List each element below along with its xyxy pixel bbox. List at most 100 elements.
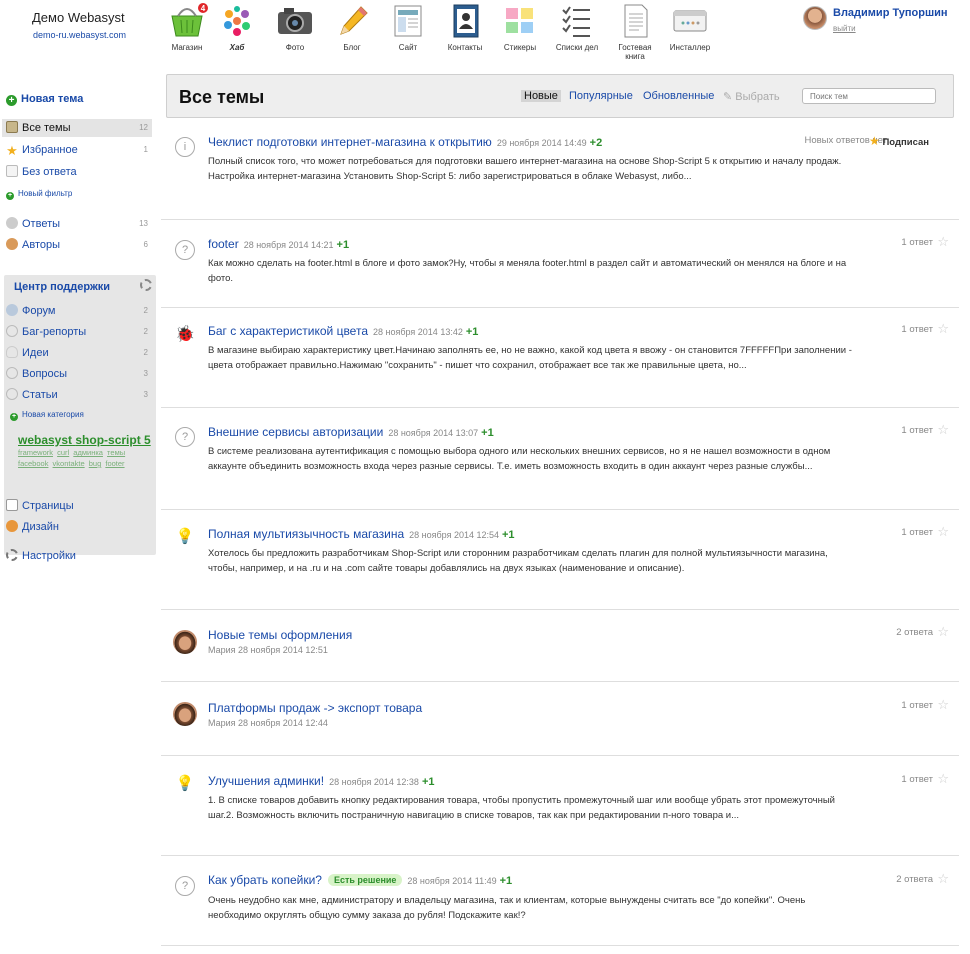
tag-link[interactable]: webasyst xyxy=(18,433,72,447)
topic-row[interactable]: ? Внешние сервисы авторизации 28 ноября 2… xyxy=(161,408,959,510)
gear-icon[interactable] xyxy=(140,279,152,291)
sidebar-item-all-topics[interactable]: Все темы 12 xyxy=(2,119,152,137)
topic-row[interactable]: i Чеклист подготовки интернет-магазина к… xyxy=(161,120,959,220)
topic-votes[interactable]: +1 xyxy=(337,239,350,251)
new-topic-button[interactable]: + Новая тема xyxy=(6,90,152,108)
filter-new[interactable]: Новые xyxy=(521,90,561,102)
topic-title-line: Платформы продаж -> экспорт товара xyxy=(208,701,422,715)
app-guestbook[interactable]: Гостевая книга xyxy=(610,2,660,61)
app-site[interactable]: Сайт xyxy=(383,2,433,52)
sidebar-item-authors[interactable]: Авторы 6 xyxy=(6,236,152,254)
topic-votes[interactable]: +2 xyxy=(590,137,603,149)
app-shop[interactable]: 4 Магазин xyxy=(162,2,212,52)
sidebar-item-questions[interactable]: Вопросы 3 xyxy=(6,365,152,383)
user-avatar[interactable] xyxy=(803,6,827,30)
topic-votes[interactable]: +1 xyxy=(502,529,515,541)
tag-link[interactable]: shop-script 5 xyxy=(75,433,150,447)
star-icon[interactable]: ☆ xyxy=(937,624,949,640)
tag-link[interactable]: framework xyxy=(18,448,53,457)
sidebar-item-favorites[interactable]: ★ Избранное 1 xyxy=(6,141,152,159)
topic-row[interactable]: 💡 Улучшения админки! 28 ноября 2014 12:38… xyxy=(161,756,959,856)
sidebar-item-label: Вопросы xyxy=(22,368,68,380)
tag-link[interactable]: vkontakte xyxy=(53,459,85,468)
sidebar-item-unanswered[interactable]: Без ответа xyxy=(6,163,152,181)
topic-row[interactable]: Платформы продаж -> экспорт товара Мария… xyxy=(161,682,959,756)
app-hub[interactable]: Хаб xyxy=(212,2,262,52)
sidebar-item-pages[interactable]: Страницы xyxy=(6,497,152,515)
app-todo[interactable]: Списки дел xyxy=(552,2,602,52)
brand-url[interactable]: demo-ru.webasyst.com xyxy=(33,30,126,40)
tag-link[interactable]: footer xyxy=(105,459,124,468)
subscribe-toggle[interactable]: ★ Подписан xyxy=(869,134,929,148)
user-name[interactable]: Владимир Тупоршин xyxy=(833,7,948,19)
topic-votes[interactable]: +1 xyxy=(466,326,479,338)
star-icon[interactable]: ☆ xyxy=(937,524,949,540)
page-icon xyxy=(6,499,18,511)
tag-link[interactable]: админка xyxy=(73,448,103,457)
topic-votes[interactable]: +1 xyxy=(500,875,513,887)
question-icon xyxy=(6,367,18,379)
logout-link[interactable]: выйти xyxy=(833,24,856,33)
topic-title[interactable]: Новые темы оформления xyxy=(208,628,352,642)
search-input[interactable] xyxy=(802,88,936,104)
tag-link[interactable]: темы xyxy=(107,448,125,457)
topic-row[interactable]: 🐞 Баг с характеристикой цвета 28 ноября 2… xyxy=(161,308,959,408)
app-installer[interactable]: Инсталлер xyxy=(665,2,715,52)
app-stickers[interactable]: Стикеры xyxy=(495,2,545,52)
sidebar-item-count: 3 xyxy=(143,369,148,378)
topic-title[interactable]: Улучшения админки! xyxy=(208,774,324,788)
authors-icon xyxy=(6,238,18,250)
filter-updated[interactable]: Обновленные xyxy=(643,90,714,102)
topic-title[interactable]: Внешние сервисы авторизации xyxy=(208,425,383,439)
topic-row[interactable]: 💡 Полная мультиязычность магазина 28 нояб… xyxy=(161,510,959,610)
solution-badge: Есть решение xyxy=(327,874,403,886)
topic-title[interactable]: Платформы продаж -> экспорт товара xyxy=(208,701,422,715)
star-icon[interactable]: ☆ xyxy=(937,422,949,438)
sidebar-item-ideas[interactable]: Идеи 2 xyxy=(6,344,152,362)
topic-row[interactable]: ? Как убрать копейки? Есть решение 28 нояб… xyxy=(161,856,959,946)
filter-popular[interactable]: Популярные xyxy=(569,90,633,102)
tag-link[interactable]: facebook xyxy=(18,459,48,468)
reply-count: 1 ответ xyxy=(901,324,933,335)
select-button[interactable]: ✎ Выбрать xyxy=(723,90,780,103)
sidebar-item-articles[interactable]: Статьи 3 xyxy=(6,386,152,404)
support-center-title[interactable]: Центр поддержки xyxy=(14,281,110,293)
topic-row[interactable]: ? footer 28 ноября 2014 14:21 +1 Как можно… xyxy=(161,220,959,308)
question-icon: ? xyxy=(175,427,195,447)
topic-row[interactable]: Новые темы оформления Мария 28 ноября 20… xyxy=(161,610,959,682)
topic-title[interactable]: Чеклист подготовки интернет-магазина к о… xyxy=(208,135,492,149)
topic-title[interactable]: Как убрать копейки? xyxy=(208,873,322,887)
tag-link[interactable]: bug xyxy=(89,459,102,468)
topic-votes[interactable]: +1 xyxy=(422,776,435,788)
sidebar-item-design[interactable]: Дизайн xyxy=(6,518,152,536)
topic-date: 29 ноября 2014 14:49 xyxy=(496,138,587,148)
new-category-button[interactable]: + Новая категория xyxy=(10,406,156,424)
sidebar-item-forum[interactable]: Форум 2 xyxy=(6,302,152,320)
star-icon[interactable]: ☆ xyxy=(937,771,949,787)
app-contacts[interactable]: Контакты xyxy=(440,2,490,52)
star-icon[interactable]: ☆ xyxy=(937,234,949,250)
brand-title[interactable]: Демо Webasyst xyxy=(32,10,126,25)
sidebar-item-answers[interactable]: Ответы 13 xyxy=(6,215,152,233)
star-icon[interactable]: ☆ xyxy=(937,697,949,713)
app-photos[interactable]: Фото xyxy=(270,2,320,52)
app-blog[interactable]: Блог xyxy=(327,2,377,52)
topic-title[interactable]: footer xyxy=(208,237,239,251)
sidebar-item-settings[interactable]: Настройки xyxy=(6,547,152,565)
topic-votes[interactable]: +1 xyxy=(481,427,494,439)
sidebar-item-count: 2 xyxy=(143,327,148,336)
star-icon[interactable]: ☆ xyxy=(937,871,949,887)
star-icon[interactable]: ☆ xyxy=(937,321,949,337)
tag-link[interactable]: curl xyxy=(57,448,69,457)
edit-icon: ✎ xyxy=(723,91,736,103)
pencil-icon xyxy=(333,2,371,40)
topic-title[interactable]: Баг с характеристикой цвета xyxy=(208,324,368,338)
topic-excerpt: 1. В списке товаров добавить кнопку реда… xyxy=(208,795,835,821)
topic-excerpt: В магазине выбираю характеристику цвет.Н… xyxy=(208,345,852,371)
topic-title[interactable]: Полная мультиязычность магазина xyxy=(208,527,404,541)
topic-title-line: footer 28 ноября 2014 14:21 +1 xyxy=(208,237,349,251)
new-filter-button[interactable]: + Новый фильтр xyxy=(6,185,152,203)
sidebar-item-label: Дизайн xyxy=(22,521,59,533)
sidebar-item-bug-reports[interactable]: Баг-репорты 2 xyxy=(6,323,152,341)
app-label: Хаб xyxy=(229,43,245,52)
